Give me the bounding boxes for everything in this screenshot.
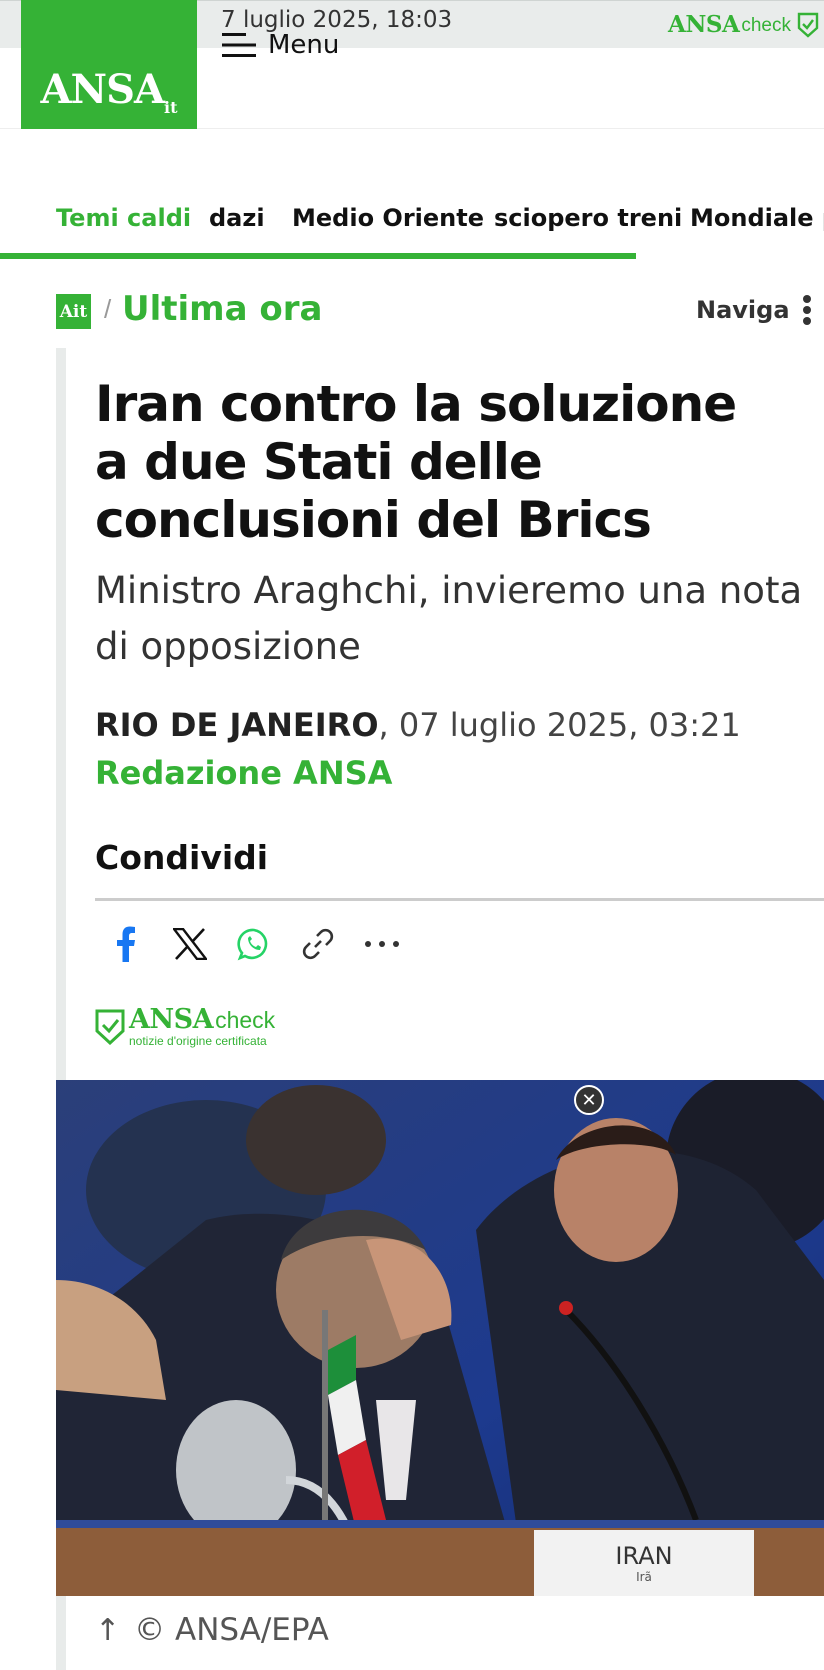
article-photo[interactable]: IRAN Irã [56,1080,824,1596]
topic-mondiale[interactable]: Mondiale pe [690,204,824,232]
ansacheck-suffix: check [215,1007,276,1033]
dateline-place: RIO DE JANEIRO [95,706,379,744]
photo-illustration [56,1080,824,1596]
section-title[interactable]: Ultima ora [122,289,322,329]
headline-line: a due Stati delle [95,433,543,491]
topic-dazi[interactable]: dazi [209,204,265,232]
menu-label: Menu [268,30,340,60]
share-title: Condividi [95,838,269,877]
whatsapp-icon[interactable] [234,924,274,964]
topic-temi-caldi[interactable]: Temi caldi [56,204,191,232]
ansacheck-suffix: check [741,14,791,36]
placard-text: IRAN [615,1542,673,1570]
share-buttons [106,922,426,966]
ansa-section-icon[interactable]: Ait [56,294,91,329]
hot-topics-bar: Temi caldi dazi Medio Oriente sciopero t… [0,200,824,260]
article-headline: Iran contro la soluzione a due Stati del… [95,375,795,549]
topic-medio-oriente[interactable]: Medio Oriente [292,204,484,232]
subhead-line: di opposizione [95,625,361,668]
naviga-button[interactable]: Naviga [696,296,790,324]
topic-sciopero-treni[interactable]: sciopero treni [494,204,682,232]
kebab-icon[interactable] [801,295,813,329]
shield-check-icon [797,12,819,38]
more-icon[interactable] [362,924,402,964]
headline-line: Iran contro la soluzione [95,375,737,433]
section-header: Ait / Ultima ora Naviga [56,289,824,332]
topics-underline [0,253,636,259]
menu-button[interactable]: Menu [222,30,339,60]
article-byline[interactable]: Redazione ANSA [95,754,392,792]
facebook-icon[interactable] [106,924,146,964]
link-icon[interactable] [298,924,338,964]
shield-check-icon [95,1009,125,1045]
dateline-date: , 07 luglio 2025, 03:21 [378,706,741,744]
logo-text: ANSA [40,66,166,113]
photo-placard: IRAN Irã [534,1530,754,1584]
breadcrumb-separator: / [104,294,112,324]
share-divider [95,898,824,901]
ansacheck-brand: ANSA [668,11,740,38]
placard-subtext: Irã [636,1570,652,1584]
ansacheck-brand: ANSA [129,1004,214,1035]
article-subheadline: Ministro Araghchi, invieremo una nota di… [95,563,815,675]
menu-icon [222,33,256,57]
caption-text: © ANSA/EPA [134,1612,329,1648]
photo-caption[interactable]: ↑ © ANSA/EPA [95,1612,329,1648]
close-icon[interactable]: ✕ [574,1085,604,1115]
subhead-line: Ministro Araghchi, invieremo una nota [95,569,803,612]
x-icon[interactable] [170,924,210,964]
ansa-logo[interactable]: ANSA it [21,0,197,129]
ansacheck-brandline: ANSA check [129,1006,275,1033]
ansacheck-tagline: notizie d'origine certificata [129,1034,267,1048]
ansacheck-badge[interactable]: ANSA check notizie d'origine certificata [95,1006,275,1047]
article-dateline: RIO DE JANEIRO, 07 luglio 2025, 03:21 [95,706,741,744]
ansacheck-top-link[interactable]: ANSA check [668,11,819,38]
headline-line: conclusioni del Brics [95,491,652,549]
ansacheck-text: ANSA check notizie d'origine certificata [129,1006,275,1047]
logo-sup: it [164,98,178,117]
arrow-up-icon: ↑ [95,1612,121,1648]
